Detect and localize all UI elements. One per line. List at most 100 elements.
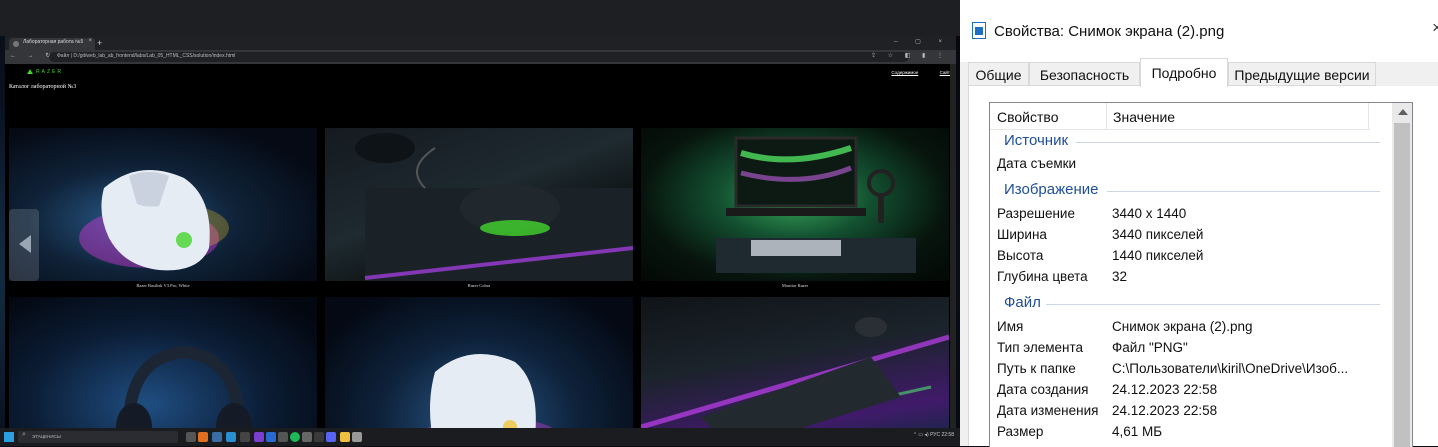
tab-security[interactable]: Безопасность [1029, 62, 1140, 86]
system-tray[interactable]: ⌃ ▭ ◂) РУС 22:58 [913, 432, 954, 438]
catalog-title: Каталог лабораторной №3 [9, 84, 77, 90]
mouse-white-image [79, 170, 229, 271]
taskbar-search[interactable]: ⌕ ЭТАЦЕНИСЫ [18, 431, 178, 443]
tab-close-icon[interactable]: × [88, 38, 92, 44]
list-header: Свойство Значение [990, 103, 1370, 130]
taskbar-app-icon[interactable] [226, 432, 236, 442]
property-name[interactable]: Имя [997, 319, 1023, 334]
dialog-titlebar: Свойства: Снимок экрана (2).png × [960, 0, 1438, 62]
taskbar-app-icon[interactable] [352, 432, 362, 442]
mouse-cobra-image [355, 133, 633, 281]
url-input[interactable]: Файл | D:/git/web_lab_ab_frontend/labs/L… [49, 52, 909, 62]
list-scrollbar[interactable] [1392, 103, 1412, 447]
image-file-icon [972, 22, 986, 39]
monitor-setup-image [716, 136, 916, 273]
desktop-screenshot: Лабораторная работа №5 × + – ▢ × ← → ↻ Ф… [0, 0, 960, 446]
page-scrollbar[interactable] [950, 64, 956, 428]
property-value[interactable]: 3440 x 1440 [1112, 206, 1186, 221]
column-header-value[interactable]: Значение [1113, 109, 1175, 125]
close-icon[interactable]: × [1432, 18, 1438, 38]
nav-link-contents[interactable]: Содержимое [891, 70, 918, 75]
property-value[interactable]: 32 [1112, 269, 1127, 284]
property-value[interactable]: 3440 пикселей [1112, 227, 1203, 242]
browser-window: Лабораторная работа №5 × + – ▢ × ← → ↻ Ф… [5, 36, 956, 428]
favicon-icon [13, 41, 19, 47]
properties-dialog: Свойства: Снимок экрана (2).png × Общие … [960, 0, 1438, 447]
taskbar-app-icon[interactable] [198, 432, 208, 442]
details-panel: Свойство Значение Источник Дата съемки И… [968, 86, 1438, 447]
taskbar-search-label: ЭТАЦЕНИСЫ [32, 434, 61, 439]
property-name[interactable]: Разрешение [997, 206, 1075, 221]
tab-details[interactable]: Подробно [1140, 58, 1228, 87]
taskbar-app-icon[interactable] [340, 432, 350, 442]
url-text: Файл | D:/git/web_lab_ab_frontend/labs/L… [57, 53, 236, 59]
property-name[interactable]: Дата создания [997, 382, 1089, 397]
top-dark-bar [0, 0, 960, 36]
product-caption: Razer Cobra [467, 283, 491, 288]
property-value[interactable]: Файл "PNG" [1112, 340, 1188, 355]
property-name[interactable]: Тип элемента [997, 340, 1083, 355]
taskbar-app-icon[interactable] [290, 432, 300, 442]
nav-link-site[interactable]: Сайт [940, 70, 950, 75]
product-image[interactable] [9, 297, 317, 428]
site-nav: Содержимое Сайт [871, 70, 950, 75]
product-image[interactable] [325, 128, 633, 281]
property-value[interactable]: 24.12.2023 22:58 [1112, 382, 1217, 397]
property-value[interactable]: Снимок экрана (2).png [1112, 319, 1253, 334]
dialog-title: Свойства: Снимок экрана (2).png [994, 23, 1225, 40]
keyboard-image [641, 317, 949, 428]
taskbar-app-icon[interactable] [302, 432, 312, 442]
property-value[interactable]: 1440 пикселей [1112, 248, 1203, 263]
windows-start-icon[interactable] [4, 432, 14, 442]
group-file[interactable]: Файл [1004, 294, 1041, 311]
browser-tab[interactable]: Лабораторная работа №5 × [9, 38, 95, 50]
browser-tab-title: Лабораторная работа №5 [23, 39, 84, 45]
web-page: RAZER Содержимое Сайт Каталог лабораторн… [5, 64, 956, 428]
address-bar-icons[interactable]: ⇪ ☆ ◧ ▮ ⋮ [871, 52, 948, 59]
product-caption: Razer Basilisk V3 Pro, White [136, 283, 190, 288]
property-name[interactable]: Ширина [997, 227, 1047, 242]
taskbar-app-icon[interactable] [254, 432, 264, 442]
taskbar-app-icon[interactable] [266, 432, 276, 442]
new-tab-button[interactable]: + [97, 37, 102, 49]
property-name[interactable]: Дата изменения [997, 403, 1098, 418]
headset-image [116, 345, 252, 428]
window-controls[interactable]: – ▢ × [894, 38, 950, 45]
property-value[interactable]: 24.12.2023 22:58 [1112, 403, 1217, 418]
property-name[interactable]: Дата съемки [997, 156, 1076, 171]
mouse-white-image [427, 354, 553, 428]
browser-tab-strip: Лабораторная работа №5 × + – ▢ × [5, 36, 956, 50]
razer-logo-text: RAZER [36, 69, 63, 75]
taskbar-app-icon[interactable] [240, 432, 250, 442]
arrow-left-icon [19, 235, 31, 253]
group-image[interactable]: Изображение [1004, 181, 1099, 198]
properties-list[interactable]: Свойство Значение Источник Дата съемки И… [989, 102, 1413, 447]
browser-address-bar: ← → ↻ Файл | D:/git/web_lab_ab_frontend/… [5, 50, 956, 64]
taskbar-app-icon[interactable] [326, 432, 336, 442]
product-caption: Monitor Razer [781, 283, 809, 288]
slider-prev-button[interactable] [9, 209, 39, 281]
property-value[interactable]: 4,61 МБ [1112, 424, 1162, 439]
property-value[interactable]: C:\Пользователи\kiril\OneDrive\Изоб... [1112, 361, 1348, 376]
property-name[interactable]: Глубина цвета [997, 269, 1088, 284]
tab-previous-versions[interactable]: Предыдущие версии [1228, 62, 1376, 86]
scroll-up-icon[interactable] [1398, 109, 1408, 115]
search-icon: ⌕ [22, 431, 26, 438]
razer-logo-icon [27, 69, 33, 75]
taskbar-app-icon[interactable] [186, 432, 196, 442]
group-source[interactable]: Источник [1004, 132, 1068, 149]
product-image[interactable] [9, 128, 317, 281]
product-image[interactable] [641, 297, 949, 428]
scrollbar-thumb[interactable] [1394, 123, 1410, 447]
product-image[interactable] [641, 128, 949, 281]
tab-general[interactable]: Общие [968, 62, 1029, 86]
column-header-property[interactable]: Свойство [997, 109, 1058, 125]
taskbar-app-icon[interactable] [212, 432, 222, 442]
property-name[interactable]: Путь к папке [997, 361, 1076, 376]
taskbar-app-icon[interactable] [278, 432, 288, 442]
product-image[interactable] [325, 297, 633, 428]
property-name[interactable]: Размер [997, 424, 1043, 439]
razer-logo[interactable]: RAZER [27, 69, 63, 75]
taskbar-app-icon[interactable] [314, 432, 324, 442]
property-name[interactable]: Высота [997, 248, 1043, 263]
